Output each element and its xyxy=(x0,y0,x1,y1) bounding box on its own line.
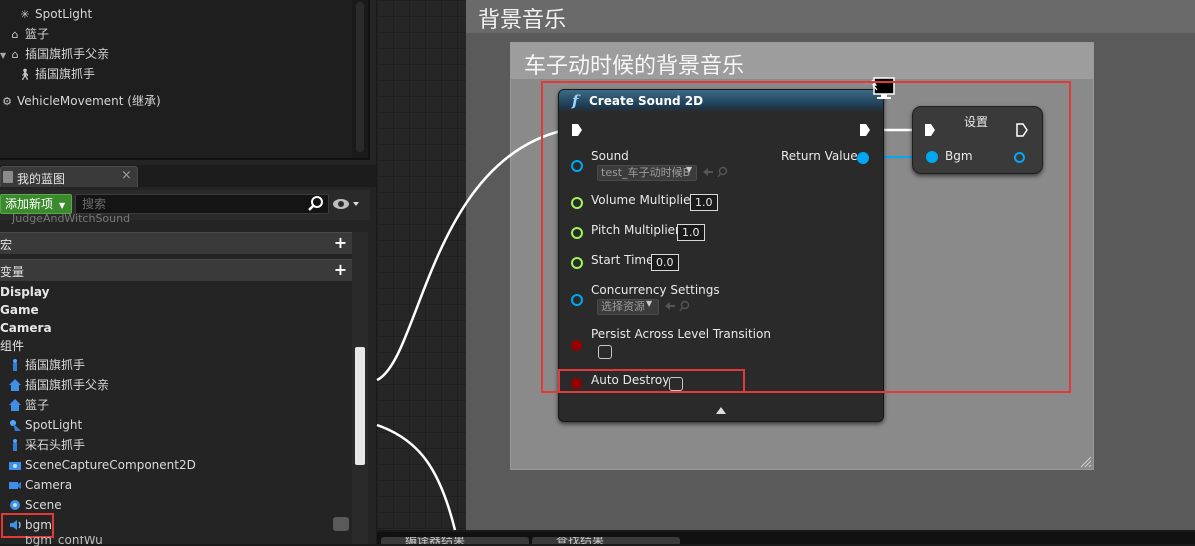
list-scrollbar-thumb[interactable] xyxy=(355,347,365,465)
scene-component-icon xyxy=(9,399,21,411)
spotlight-icon: ✳ xyxy=(20,8,30,21)
category-camera[interactable]: Camera xyxy=(0,319,52,337)
close-icon[interactable]: × xyxy=(121,168,132,183)
visibility-toggle-icon[interactable] xyxy=(333,517,349,531)
outer-comment-title[interactable]: 背景音乐 xyxy=(478,2,566,34)
category-display[interactable]: Display xyxy=(0,283,49,301)
vehicle-movement-icon: ⚙ xyxy=(2,95,12,108)
list-item[interactable]: SpotLight xyxy=(0,415,352,435)
scene-component-icon: ⌂ xyxy=(11,28,19,41)
spotlight-icon xyxy=(10,420,21,431)
truncated-list-item[interactable]: JudgeAndWitchSound xyxy=(0,214,350,226)
tree-item-basket[interactable]: ⌂ 篮子 xyxy=(8,24,50,44)
tab-find-results[interactable]: 查找结果 xyxy=(532,537,680,544)
inner-comment-title[interactable]: 车子动时候的背景音乐 xyxy=(524,48,744,80)
search-icon[interactable] xyxy=(307,195,325,213)
tree-item-vehicle-movement[interactable]: ⚙ VehicleMovement (继承) xyxy=(0,91,161,111)
collapse-advanced-icon[interactable] xyxy=(715,405,727,415)
tree-item-flag-grabber-parent[interactable]: ▼ ⌂ 插国旗抓手父亲 xyxy=(0,44,109,64)
scene-icon xyxy=(10,500,20,510)
blueprint-icon xyxy=(3,171,13,183)
chevron-down-icon: ▼ xyxy=(59,201,66,210)
tab-my-blueprint[interactable]: 我的蓝图 × xyxy=(0,166,138,187)
scene-component-icon: ⌂ xyxy=(11,48,19,61)
add-macro-button[interactable]: + xyxy=(333,235,348,251)
scene-capture-icon xyxy=(9,462,21,470)
list-item[interactable]: SceneCaptureComponent2D xyxy=(0,455,352,475)
section-variables[interactable]: 变量 + xyxy=(0,259,352,281)
category-components[interactable]: 组件 xyxy=(0,337,24,355)
tab-label: 我的蓝图 xyxy=(17,172,66,186)
section-macros[interactable]: 宏 + xyxy=(0,232,352,254)
list-item[interactable]: 篮子 xyxy=(0,395,352,415)
physics-handle-icon xyxy=(13,359,17,371)
camera-icon xyxy=(9,482,21,489)
list-item[interactable]: 插国旗抓手 xyxy=(0,355,352,375)
list-item[interactable]: Scene xyxy=(0,495,352,515)
resize-grip-icon[interactable] xyxy=(1078,454,1092,468)
list-item[interactable]: bgm_confWu xyxy=(0,536,352,546)
tree-scrollbar-thumb[interactable] xyxy=(356,2,364,152)
tree-item-spotlight[interactable]: ✳ SpotLight xyxy=(18,4,92,24)
search-input[interactable]: 搜索 xyxy=(75,194,329,214)
list-item[interactable]: 插国旗抓手父亲 xyxy=(0,375,352,395)
category-game[interactable]: Game xyxy=(0,301,39,319)
list-item[interactable]: Camera xyxy=(0,475,352,495)
bgm-highlight-box xyxy=(1,513,54,538)
physics-handle-icon xyxy=(13,439,17,451)
auto-destroy-highlight-box xyxy=(558,369,745,393)
expand-arrow-icon[interactable]: ▼ xyxy=(0,51,6,60)
list-item[interactable]: 采石头抓手 xyxy=(0,435,352,455)
tab-compiler-results[interactable]: 编译器结果 xyxy=(381,537,529,544)
add-variable-button[interactable]: + xyxy=(333,262,348,278)
eye-icon[interactable] xyxy=(332,196,362,212)
physics-handle-icon: 🚶︎ xyxy=(18,68,32,81)
components-tree-panel: ✳ SpotLight ⌂ 篮子 ▼ ⌂ 插国旗抓手父亲 🚶︎ 插国旗抓手 ⚙ Vehicl… xyxy=(0,0,370,160)
tree-item-flag-grabber[interactable]: 🚶︎ 插国旗抓手 xyxy=(18,64,95,84)
scene-component-icon xyxy=(9,379,21,391)
node-highlight-box xyxy=(541,81,1071,393)
add-new-button[interactable]: 添加新项 ▼ xyxy=(0,194,72,214)
